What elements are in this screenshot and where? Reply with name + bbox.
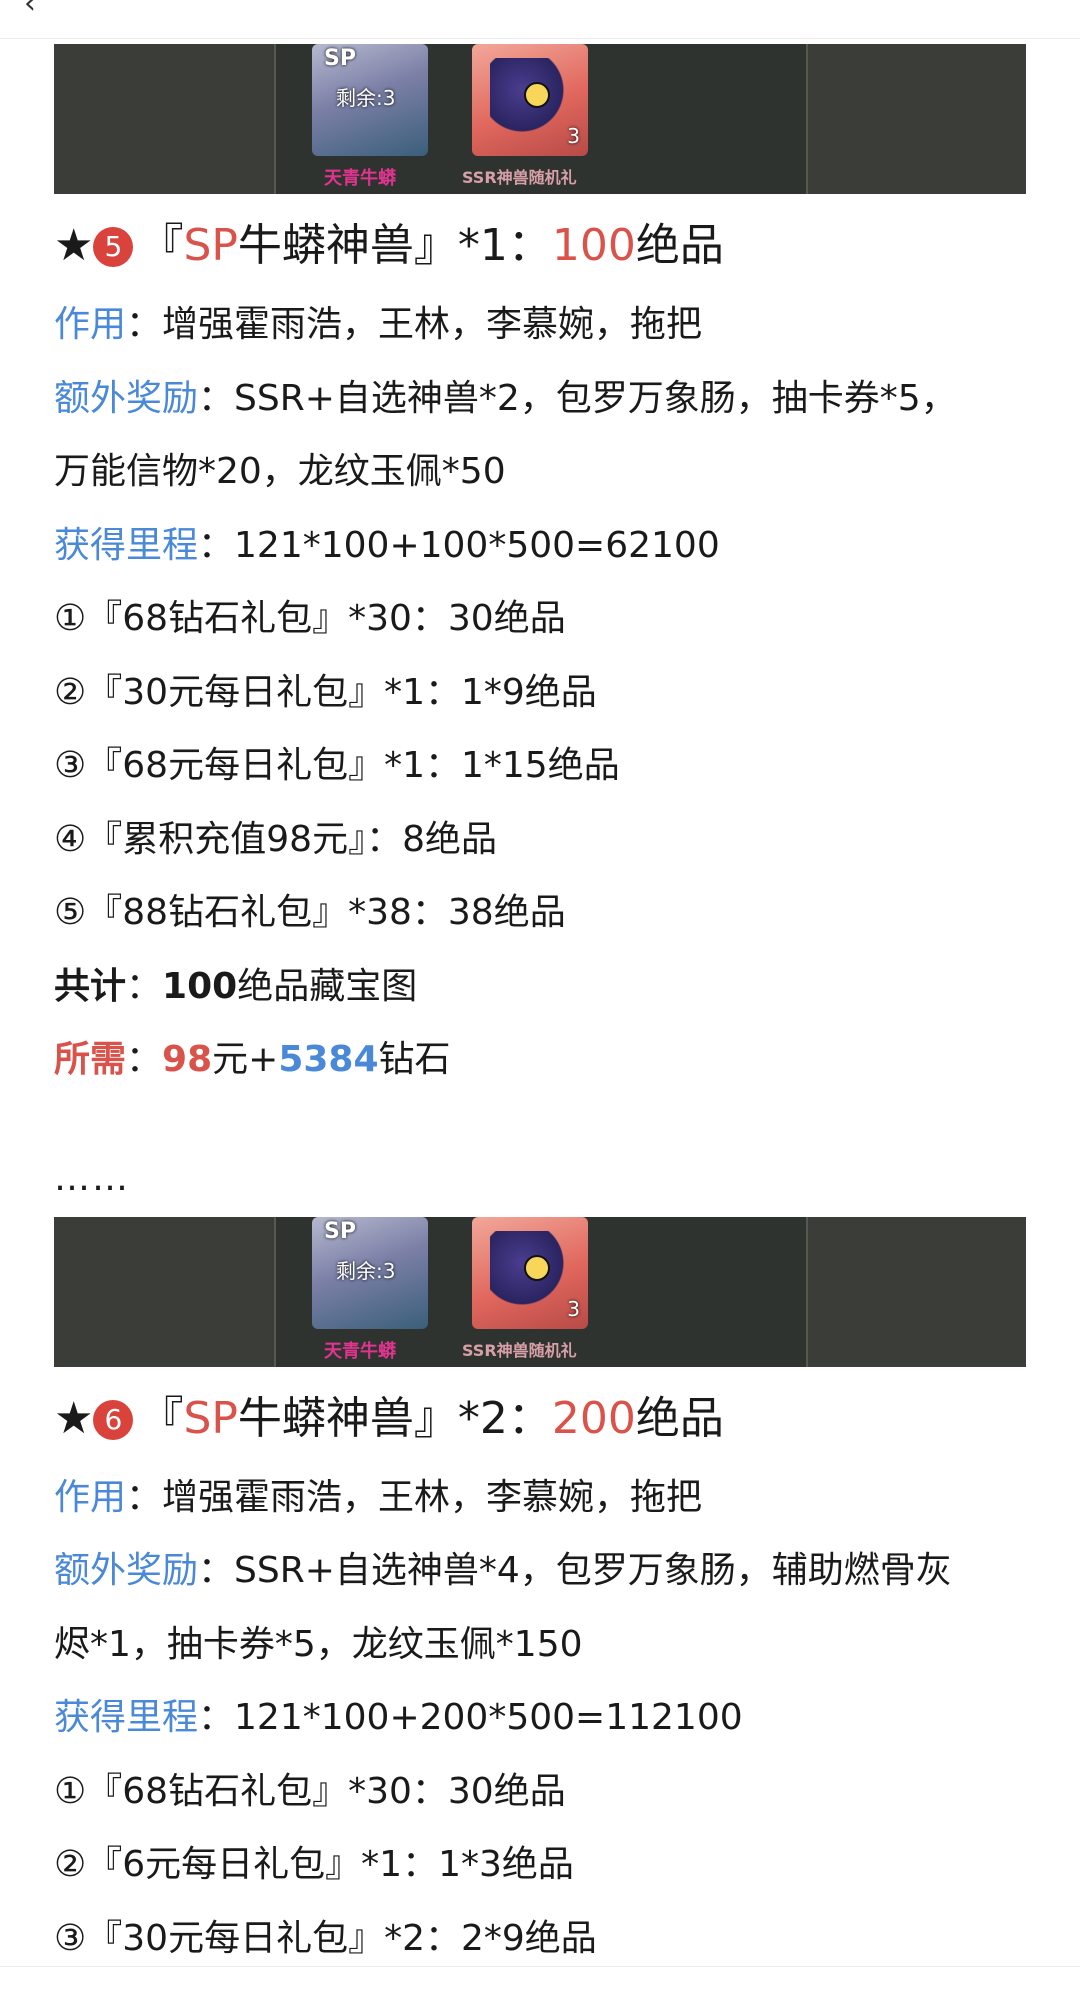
number-badge: 6	[93, 1399, 134, 1440]
ssr-card-caption: SSR神兽随机礼	[462, 168, 577, 187]
total-unit: 绝品藏宝图	[237, 965, 418, 1007]
sp-badge: SP	[324, 1218, 356, 1244]
ssr-beast-card: 3	[472, 44, 588, 156]
effect-text: ：增强霍雨浩，王林，李慕婉，拖把	[126, 1476, 703, 1518]
list-item: ①『68钻石礼包』*30：30绝品	[54, 1770, 566, 1812]
need-sep: ：	[126, 1039, 163, 1080]
mileage-line: 获得里程：121*100+100*500=62100	[54, 509, 1026, 583]
title-name: 牛蟒神兽』*2：	[237, 1392, 552, 1444]
list-item: ②『6元每日礼包』*1：1*3绝品	[54, 1844, 574, 1885]
list-item: ③『30元每日礼包』*2：2*9绝品	[54, 1917, 597, 1959]
ellipsis: ……	[54, 1157, 130, 1199]
effect-line: 作用：增强霍雨浩，王林，李慕婉，拖把	[54, 288, 1026, 362]
section-5: ★ 5 『SP牛蟒神兽』*1：100绝品 作用：增强霍雨浩，王林，李慕婉，拖把 额外…	[54, 216, 1026, 1097]
reward-banner: SP 剩余:3 3 天青牛蟒 SSR神兽随机礼	[54, 44, 1026, 194]
dragon-eye-icon	[524, 82, 550, 108]
sp-card-caption: 天青牛蟒	[324, 1340, 396, 1362]
effect-label: 作用	[54, 304, 127, 345]
mileage-label: 获得里程	[54, 524, 199, 566]
title-sp: SP	[183, 220, 238, 271]
bonus-line-continued: 烬*1，抽卡券*5，龙纹玉佩*150	[54, 1623, 583, 1665]
need-label: 所需	[54, 1039, 127, 1080]
sp-beast-card: SP 剩余:3	[312, 44, 428, 156]
list-item: ③『68元每日礼包』*1：1*15绝品	[54, 745, 620, 786]
card-count: 3	[567, 124, 580, 148]
need-yuan-unit: 元+	[212, 1039, 279, 1080]
effect-line: 作用：增强霍雨浩，王林，李慕婉，拖把	[54, 1461, 1026, 1535]
bonus-text: ：SSR+自选神兽*2，包罗万象肠，抽卡券*5，	[198, 377, 957, 419]
list-item: ②『30元每日礼包』*1：1*9绝品	[54, 671, 597, 713]
title-bracket: 『	[139, 220, 184, 271]
ssr-beast-card: 3	[472, 1216, 588, 1329]
title-amount: 200	[551, 1392, 636, 1444]
title-amount: 100	[551, 220, 636, 271]
mileage-line: 获得里程：121*100+200*500=112100	[54, 1681, 1026, 1755]
bonus-label: 额外奖励	[54, 1550, 199, 1591]
card-count: 3	[567, 1296, 580, 1321]
bonus-line-continued: 万能信物*20，龙纹玉佩*50	[54, 451, 506, 492]
sp-card-caption: 天青牛蟒	[324, 168, 396, 189]
total-line: 共计：100绝品藏宝图	[54, 950, 1026, 1024]
total-sep: ：	[126, 965, 163, 1007]
need-line: 所需：98元+5384钻石	[54, 1023, 1026, 1097]
mileage-text: ：121*100+100*500=62100	[198, 524, 720, 566]
need-diamond-unit: 钻石	[378, 1039, 451, 1080]
need-diamond: 5384	[278, 1039, 379, 1080]
title-unit: 绝品	[635, 1392, 724, 1444]
remaining-count: 剩余:3	[336, 1258, 396, 1283]
title-name: 牛蟒神兽』*1：	[237, 220, 552, 271]
title-sp: SP	[183, 1392, 238, 1444]
total-label: 共计	[54, 965, 127, 1007]
dragon-eye-icon	[524, 1254, 550, 1281]
article-content: SP 剩余:3 3 天青牛蟒 SSR神兽随机礼 ★ 5 『SP牛蟒神兽』*1：100…	[54, 44, 1026, 1975]
ssr-card-caption: SSR神兽随机礼	[462, 1340, 577, 1360]
section-6: ★ 6 『SP牛蟒神兽』*2：200绝品 作用：增强霍雨浩，王林，李慕婉，拖把 额外…	[54, 1389, 1026, 1976]
mileage-label: 获得里程	[54, 1697, 199, 1738]
bonus-label: 额外奖励	[54, 377, 199, 419]
list-item: ①『68钻石礼包』*30：30绝品	[54, 598, 566, 639]
section-title: ★ 5 『SP牛蟒神兽』*1：100绝品	[54, 216, 1026, 276]
bonus-line: 额外奖励：SSR+自选神兽*4，包罗万象肠，辅助燃骨灰	[54, 1534, 1026, 1608]
number-badge: 5	[93, 227, 134, 267]
sp-badge: SP	[324, 46, 356, 71]
section-title: ★ 6 『SP牛蟒神兽』*2：200绝品	[54, 1389, 1026, 1449]
star-icon: ★	[54, 1392, 94, 1444]
effect-label: 作用	[54, 1476, 127, 1518]
need-yuan: 98	[162, 1039, 213, 1080]
sp-beast-card: SP 剩余:3	[312, 1216, 428, 1329]
star-icon: ★	[54, 220, 94, 271]
mileage-text: ：121*100+200*500=112100	[198, 1697, 743, 1738]
bottom-bar	[0, 1966, 1080, 1997]
list-item: ⑤『88钻石礼包』*38：38绝品	[54, 892, 566, 933]
remaining-count: 剩余:3	[336, 86, 396, 110]
list-item: ④『累积充值98元』：8绝品	[54, 818, 497, 860]
title-bracket: 『	[139, 1392, 184, 1444]
bonus-line: 额外奖励：SSR+自选神兽*2，包罗万象肠，抽卡券*5，	[54, 362, 1026, 436]
title-unit: 绝品	[635, 220, 724, 271]
total-amount: 100	[162, 965, 238, 1007]
bonus-text: ：SSR+自选神兽*4，包罗万象肠，辅助燃骨灰	[198, 1550, 952, 1591]
reward-banner: SP 剩余:3 3 天青牛蟒 SSR神兽随机礼	[54, 1216, 1026, 1367]
back-icon[interactable]: ‹	[24, 0, 36, 21]
top-bar: ‹	[0, 0, 1080, 39]
effect-text: ：增强霍雨浩，王林，李慕婉，拖把	[126, 304, 703, 345]
